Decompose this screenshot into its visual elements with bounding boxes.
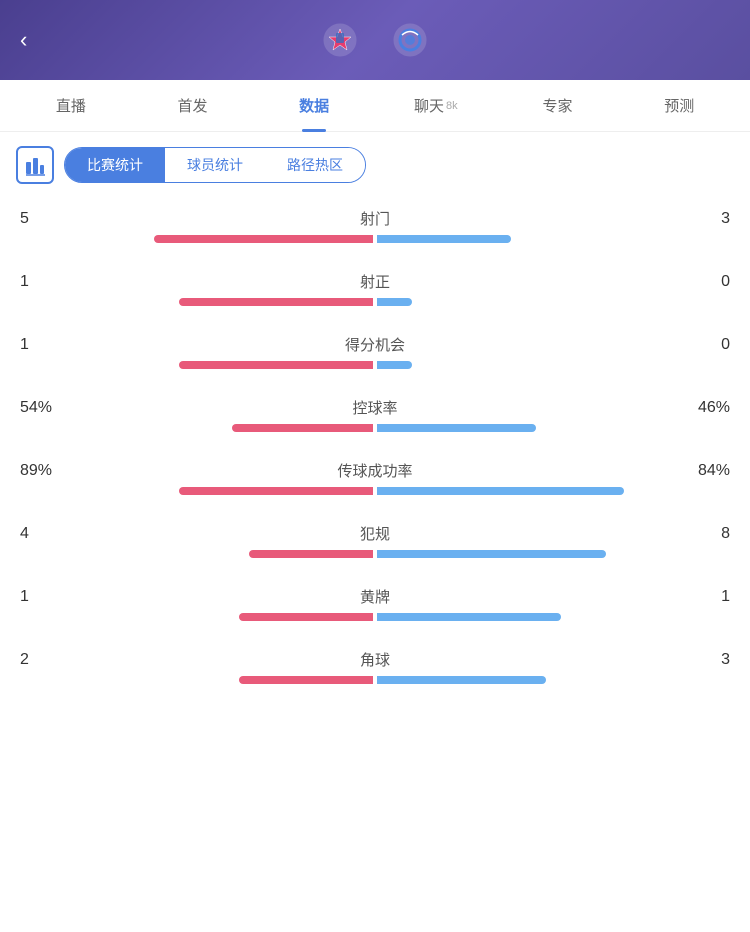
stat-right-value: 46% (670, 399, 730, 417)
stat-left-value: 5 (20, 210, 80, 228)
bar-left (232, 424, 373, 432)
bar-right-wrap (375, 487, 730, 495)
bar-right-wrap (375, 361, 730, 369)
stat-row: 54% 控球率 46% (20, 397, 730, 432)
stats-list: 5 射门 3 1 射正 0 1 得分机会 (0, 198, 750, 722)
stat-name: 控球率 (80, 397, 670, 418)
stat-bar-container (20, 361, 730, 369)
bar-right (377, 235, 511, 243)
stat-right-value: 84% (670, 462, 730, 480)
nav-tab-bar: 直播 首发 数据 聊天8k 专家 预测 (0, 80, 750, 132)
stat-bar-container (20, 487, 730, 495)
bar-right-wrap (375, 550, 730, 558)
stat-left-value: 89% (20, 462, 80, 480)
sub-tab-match-stats[interactable]: 比赛统计 (65, 148, 165, 182)
stat-name: 角球 (80, 649, 670, 670)
bar-right-wrap (375, 235, 730, 243)
stat-right-value: 0 (670, 273, 730, 291)
stat-name: 黄牌 (80, 586, 670, 607)
bar-right-wrap (375, 676, 730, 684)
stat-right-value: 1 (670, 588, 730, 606)
stat-bar-container (20, 550, 730, 558)
bar-left (249, 550, 373, 558)
bar-right (377, 613, 561, 621)
bar-right (377, 487, 624, 495)
sub-tab-heatmap[interactable]: 路径热区 (265, 148, 365, 182)
chart-icon (24, 154, 46, 176)
bar-left-wrap (20, 676, 375, 684)
sub-tab-bar: 比赛统计 球员统计 路径热区 (0, 132, 750, 198)
stat-row: 4 犯规 8 (20, 523, 730, 558)
away-team-logo (393, 23, 427, 57)
stat-right-value: 8 (670, 525, 730, 543)
bar-left-wrap (20, 235, 375, 243)
stat-row: 89% 传球成功率 84% (20, 460, 730, 495)
stat-row: 2 角球 3 (20, 649, 730, 684)
bar-right (377, 424, 536, 432)
home-team-logo (323, 23, 357, 57)
bar-left-wrap (20, 550, 375, 558)
stat-row: 1 射正 0 (20, 271, 730, 306)
bar-right-wrap (375, 298, 730, 306)
match-header: ‹ (0, 0, 750, 80)
bar-left (239, 613, 373, 621)
stat-right-value: 3 (670, 651, 730, 669)
tab-live[interactable]: 直播 (10, 80, 132, 132)
bar-left (239, 676, 373, 684)
chart-icon-button[interactable] (16, 146, 54, 184)
stat-name: 犯规 (80, 523, 670, 544)
bar-left (179, 298, 373, 306)
tab-chat[interactable]: 聊天8k (375, 80, 497, 132)
bar-right-wrap (375, 613, 730, 621)
bar-right (377, 550, 606, 558)
match-info (60, 23, 690, 57)
stat-bar-container (20, 613, 730, 621)
tab-expert[interactable]: 专家 (497, 80, 619, 132)
stat-right-value: 3 (670, 210, 730, 228)
bar-left-wrap (20, 298, 375, 306)
stat-name: 射正 (80, 271, 670, 292)
stat-left-value: 54% (20, 399, 80, 417)
bar-left-wrap (20, 613, 375, 621)
stat-row: 1 得分机会 0 (20, 334, 730, 369)
tab-lineup[interactable]: 首发 (132, 80, 254, 132)
stat-bar-container (20, 676, 730, 684)
stat-left-value: 1 (20, 273, 80, 291)
stat-right-value: 0 (670, 336, 730, 354)
bar-right (377, 298, 412, 306)
bar-right (377, 676, 546, 684)
stat-name: 传球成功率 (80, 460, 670, 481)
bar-right-wrap (375, 424, 730, 432)
bar-left (179, 487, 373, 495)
stat-bar-container (20, 424, 730, 432)
bar-left-wrap (20, 361, 375, 369)
stat-left-value: 1 (20, 588, 80, 606)
sub-tab-group: 比赛统计 球员统计 路径热区 (64, 147, 366, 183)
tab-stats[interactable]: 数据 (253, 80, 375, 132)
stat-left-value: 1 (20, 336, 80, 354)
back-button[interactable]: ‹ (20, 27, 60, 53)
stat-name: 射门 (80, 208, 670, 229)
bar-left (179, 361, 373, 369)
stat-bar-container (20, 235, 730, 243)
stat-bar-container (20, 298, 730, 306)
stat-row: 1 黄牌 1 (20, 586, 730, 621)
sub-tab-player-stats[interactable]: 球员统计 (165, 148, 265, 182)
bar-left (154, 235, 373, 243)
tab-predict[interactable]: 预测 (618, 80, 740, 132)
bar-right (377, 361, 412, 369)
stat-row: 5 射门 3 (20, 208, 730, 243)
bar-left-wrap (20, 487, 375, 495)
stat-left-value: 2 (20, 651, 80, 669)
stat-name: 得分机会 (80, 334, 670, 355)
bar-left-wrap (20, 424, 375, 432)
stat-left-value: 4 (20, 525, 80, 543)
